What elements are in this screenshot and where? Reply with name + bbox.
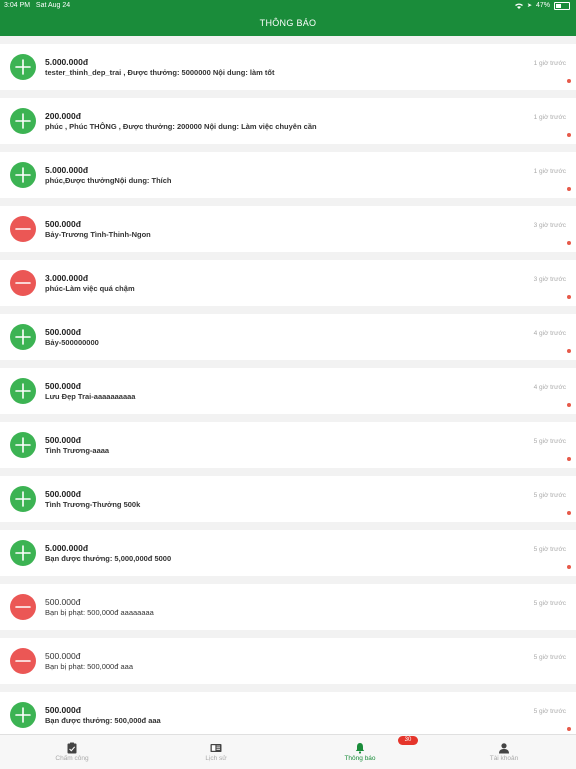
unread-dot — [567, 241, 571, 245]
unread-dot — [567, 295, 571, 299]
notification-description: phúc,Được thưởngNội dung: Thích — [45, 176, 172, 185]
plus-circle-icon — [10, 324, 36, 350]
notification-item[interactable]: 5.000.000đ phúc,Được thưởngNội dung: Thíc… — [0, 152, 576, 198]
notification-amount: 500.000đ — [45, 597, 81, 607]
notification-time: 4 giờ trước — [533, 330, 566, 337]
wifi-icon — [514, 3, 523, 9]
notification-time: 3 giờ trước — [533, 276, 566, 283]
notification-time: 5 giờ trước — [533, 438, 566, 445]
plus-circle-icon — [10, 378, 36, 404]
notification-amount: 500.000đ — [45, 219, 81, 229]
unread-dot — [567, 727, 571, 731]
notification-description: Bảy-500000000 — [45, 338, 99, 347]
notification-time: 1 giờ trước — [533, 168, 566, 175]
unread-dot — [567, 403, 571, 407]
plus-circle-icon — [10, 486, 36, 512]
notification-amount: 500.000đ — [45, 435, 81, 445]
notification-description: Bạn bị phạt: 500,000đ aaa — [45, 662, 133, 671]
battery-icon — [554, 2, 570, 10]
minus-circle-icon — [10, 216, 36, 242]
notification-amount: 500.000đ — [45, 327, 81, 337]
tab-clipboard-check[interactable]: Chấm công — [0, 735, 144, 769]
tab-label: Lịch sử — [205, 755, 227, 762]
notification-item[interactable]: 500.000đ Bảy-Trương Tình-Thinh-Ngon 3 giờ … — [0, 206, 576, 252]
bell-icon — [354, 741, 366, 754]
notification-item[interactable]: 500.000đ Tình Trương-aaaa 5 giờ trước — [0, 422, 576, 468]
notification-time: 5 giờ trước — [533, 492, 566, 499]
notification-description: Bạn được thưởng: 500,000đ aaa — [45, 716, 161, 725]
notification-badge: 30 — [398, 736, 418, 745]
tab-user[interactable]: Tài khoản — [432, 735, 576, 769]
notification-time: 4 giờ trước — [533, 384, 566, 391]
notification-amount: 500.000đ — [45, 381, 81, 391]
notification-description: Lưu Đẹp Trai-aaaaaaaaaa — [45, 392, 136, 401]
notification-description: Tình Trương-aaaa — [45, 446, 110, 455]
status-date: Sat Aug 24 — [35, 2, 71, 9]
notification-amount: 3.000.000đ — [45, 273, 89, 283]
tab-label: Thông báo — [344, 755, 376, 762]
notification-amount: 500.000đ — [45, 651, 81, 661]
tab-bar: Chấm công Lịch sử Thông báo Tài khoản — [0, 734, 576, 769]
unread-dot — [567, 457, 571, 461]
minus-circle-icon — [10, 648, 36, 674]
plus-circle-icon — [10, 540, 36, 566]
unread-dot — [567, 133, 571, 137]
notification-time: 1 giờ trước — [533, 60, 566, 67]
notification-item[interactable]: 3.000.000đ phúc-Làm việc quá chậm 3 giờ tr… — [0, 260, 576, 306]
notification-time: 5 giờ trước — [533, 654, 566, 661]
battery-percent: 47% — [535, 2, 550, 9]
notification-item[interactable]: 200.000đ phúc , Phúc THÔNG , Được thưởng:… — [0, 98, 576, 144]
app-header: 3:04 PM Sat Aug 24 ➤ 47% THÔNG BÁO — [0, 0, 576, 36]
notification-time: 5 giờ trước — [533, 546, 566, 553]
notification-item[interactable]: 500.000đ Bạn bị phạt: 500,000đ aaaaaaaa 5 … — [0, 584, 576, 630]
history-book-icon — [210, 741, 222, 753]
notification-item[interactable]: 500.000đ Bạn bị phạt: 500,000đ aaa 5 giờ t… — [0, 638, 576, 684]
tab-label: Tài khoản — [489, 755, 519, 762]
notification-description: phúc , Phúc THÔNG , Được thưởng: 200000 … — [45, 122, 317, 131]
notification-amount: 500.000đ — [45, 705, 81, 715]
plus-circle-icon — [10, 432, 36, 458]
unread-dot — [567, 79, 571, 83]
plus-circle-icon — [10, 54, 36, 80]
notification-description: Tình Trương-Thưởng 500k — [45, 500, 141, 509]
notification-description: phúc-Làm việc quá chậm — [45, 284, 135, 293]
notification-item[interactable]: 500.000đ Lưu Đẹp Trai-aaaaaaaaaa 4 giờ trư… — [0, 368, 576, 414]
notification-description: Bạn được thưởng: 5,000,000đ 5000 — [45, 554, 172, 563]
page-title: THÔNG BÁO — [259, 18, 317, 28]
minus-circle-icon — [10, 270, 36, 296]
notification-item[interactable]: 5.000.000đ tester_thinh_dep_trai , Được t… — [0, 44, 576, 90]
notification-amount: 500.000đ — [45, 489, 81, 499]
status-bar: 3:04 PM Sat Aug 24 ➤ 47% — [0, 0, 576, 12]
tab-label: Chấm công — [55, 755, 89, 762]
unread-dot — [567, 349, 571, 353]
status-time: 3:04 PM — [4, 2, 31, 9]
notification-amount: 200.000đ — [45, 111, 81, 121]
notification-time: 1 giờ trước — [533, 114, 566, 121]
notification-amount: 5.000.000đ — [45, 543, 89, 553]
unread-dot — [567, 187, 571, 191]
plus-circle-icon — [10, 702, 36, 728]
location-icon: ➤ — [526, 3, 532, 9]
unread-dot — [567, 511, 571, 515]
notification-item[interactable]: 500.000đ Tình Trương-Thưởng 500k 5 giờ trư… — [0, 476, 576, 522]
notification-item[interactable]: 5.000.000đ Bạn được thưởng: 5,000,000đ 50… — [0, 530, 576, 576]
notification-description: Bảy-Trương Tình-Thinh-Ngon — [45, 230, 151, 239]
plus-circle-icon — [10, 108, 36, 134]
notification-amount: 5.000.000đ — [45, 57, 89, 67]
notification-amount: 5.000.000đ — [45, 165, 89, 175]
plus-circle-icon — [10, 162, 36, 188]
notification-time: 5 giờ trước — [533, 600, 566, 607]
notification-item[interactable]: 500.000đ Bạn được thưởng: 500,000đ aaa 5 g… — [0, 692, 576, 738]
tab-history-book[interactable]: Lịch sử — [144, 735, 288, 769]
unread-dot — [567, 565, 571, 569]
notification-description: Bạn bị phạt: 500,000đ aaaaaaaa — [45, 608, 154, 617]
notification-item[interactable]: 500.000đ Bảy-500000000 4 giờ trước — [0, 314, 576, 360]
notification-description: tester_thinh_dep_trai , Được thưởng: 500… — [45, 68, 275, 77]
user-icon — [498, 741, 510, 754]
minus-circle-icon — [10, 594, 36, 620]
notification-time: 3 giờ trước — [533, 222, 566, 229]
notification-time: 5 giờ trước — [533, 708, 566, 715]
clipboard-check-icon — [66, 741, 78, 754]
